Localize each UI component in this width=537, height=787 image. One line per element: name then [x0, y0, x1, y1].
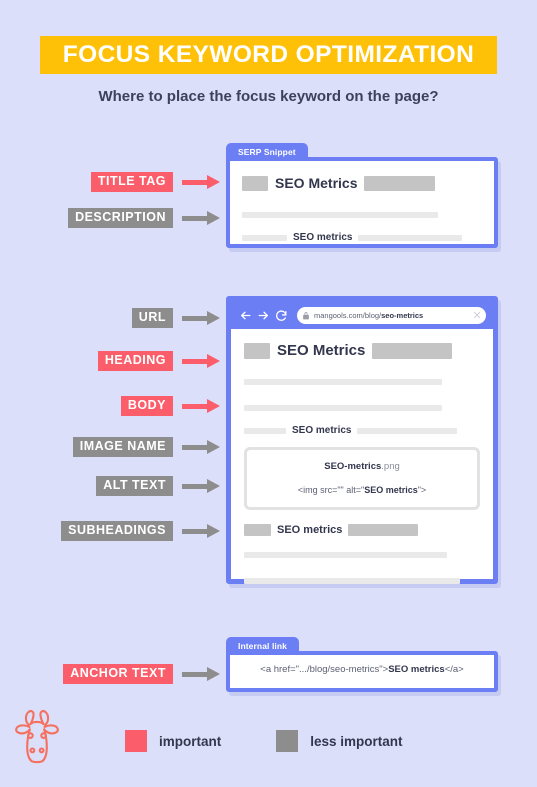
internal-link-card: Internal link <a href=".../blog/seo-metr… — [226, 637, 498, 692]
serp-title-keyword: SEO Metrics — [275, 175, 358, 191]
subheadings-label-wrap: SUBHEADINGS — [53, 521, 173, 541]
label-row-title-tag: TITLE TAG — [0, 172, 220, 192]
page-footer-line-1 — [244, 546, 480, 564]
label-row-image-name: IMAGE NAME — [0, 437, 220, 457]
arrow-anchor-text — [182, 667, 220, 681]
anchor-text-label-wrap: ANCHOR TEXT — [53, 664, 173, 684]
legend-label-less-important: less important — [310, 733, 403, 749]
alt-text-label-wrap: ALT TEXT — [53, 476, 173, 496]
body-label-wrap: BODY — [53, 396, 173, 416]
serp-desc-placeholder-right — [358, 234, 463, 241]
legend-item-less-important: less important — [276, 730, 403, 752]
page-footer-line-2 — [244, 572, 480, 590]
label-row-anchor-text: ANCHOR TEXT — [0, 664, 220, 684]
url-label: URL — [131, 308, 173, 328]
url-label-wrap: URL — [53, 308, 173, 328]
serp-snippet-body: SEO Metrics SEO metrics — [226, 157, 498, 248]
anchor-text-label: ANCHOR TEXT — [63, 664, 173, 684]
legend-swatch-less-important — [276, 730, 299, 752]
lock-icon — [302, 311, 310, 320]
label-row-description: DESCRIPTION — [0, 208, 220, 228]
page-body-placeholder-left — [244, 427, 286, 434]
heading-label-wrap: HEADING — [53, 351, 173, 371]
image-alt-box: SEO-metrics.png <img src="" alt="SEO met… — [244, 447, 480, 510]
browser-toolbar: mangools.com/blog/seo-metrics — [231, 301, 493, 329]
back-arrow-icon[interactable] — [238, 308, 253, 323]
page-body-line-2 — [244, 399, 480, 417]
serp-description-line-2: SEO metrics — [242, 232, 482, 243]
serp-title-row: SEO Metrics — [242, 175, 482, 191]
legend: important less important — [125, 730, 403, 752]
forward-arrow-icon[interactable] — [256, 308, 271, 323]
browser-page-content: SEO Metrics SEO metrics SEO-metrics.png … — [231, 329, 493, 590]
serp-title-placeholder-right — [364, 175, 436, 191]
page-heading-placeholder-right — [372, 342, 453, 359]
page-subtitle: Where to place the focus keyword on the … — [98, 88, 439, 105]
description-label: DESCRIPTION — [68, 208, 173, 228]
image-filename: SEO-metrics.png — [324, 461, 400, 472]
page-subheading-placeholder-right — [348, 524, 419, 536]
label-row-subheadings: SUBHEADINGS — [0, 521, 220, 541]
page-heading-keyword: SEO Metrics — [277, 342, 366, 359]
label-row-alt-text: ALT TEXT — [0, 476, 220, 496]
arrow-description — [182, 211, 220, 225]
label-row-url: URL — [0, 308, 220, 328]
internal-link-body: <a href=".../blog/seo-metrics">SEO metri… — [226, 651, 498, 692]
label-row-heading: HEADING — [0, 351, 220, 371]
close-icon[interactable] — [473, 311, 481, 319]
page-title: FOCUS KEYWORD OPTIMIZATION — [62, 41, 475, 68]
anchor-code: <a href=".../blog/seo-metrics">SEO metri… — [260, 664, 464, 675]
serp-description-line-1 — [242, 206, 482, 224]
arrow-image-name — [182, 440, 220, 454]
page-body-line-1 — [244, 373, 480, 391]
body-label: BODY — [120, 396, 173, 416]
page-body-keyword: SEO metrics — [292, 425, 352, 436]
subheadings-label: SUBHEADINGS — [61, 521, 173, 541]
reload-icon[interactable] — [274, 308, 289, 323]
page-subheading-keyword: SEO metrics — [277, 524, 343, 536]
serp-desc-placeholder-left — [242, 234, 287, 241]
page-subheading-placeholder-left — [244, 524, 271, 536]
browser-window: mangools.com/blog/seo-metrics SEO Metric… — [226, 296, 498, 584]
img-tag-code: <img src="" alt="SEO metrics"> — [297, 485, 427, 495]
legend-item-important: important — [125, 730, 221, 752]
header-band: FOCUS KEYWORD OPTIMIZATION — [40, 36, 497, 74]
legend-swatch-important — [125, 730, 147, 752]
url-text: mangools.com/blog/seo-metrics — [314, 310, 424, 320]
title-tag-label: TITLE TAG — [90, 172, 173, 192]
page-subheading-row: SEO metrics — [244, 524, 480, 536]
arrow-url — [182, 311, 220, 325]
serp-snippet-card: SERP Snippet SEO Metrics SEO metrics — [226, 143, 498, 248]
arrow-heading — [182, 354, 220, 368]
page-body-keyword-row: SEO metrics — [244, 425, 480, 436]
arrow-subheadings — [182, 524, 220, 538]
image-name-label-wrap: IMAGE NAME — [53, 437, 173, 457]
serp-title-placeholder-left — [242, 175, 268, 191]
image-name-label: IMAGE NAME — [72, 437, 173, 457]
page-body-placeholder-right — [357, 427, 458, 434]
url-bar[interactable]: mangools.com/blog/seo-metrics — [297, 306, 486, 324]
page-heading-row: SEO Metrics — [244, 342, 480, 359]
alt-text-label: ALT TEXT — [96, 476, 173, 496]
arrow-title-tag — [182, 175, 220, 189]
serp-description-keyword: SEO metrics — [293, 232, 353, 243]
arrow-body — [182, 399, 220, 413]
title-tag-label-wrap: TITLE TAG — [53, 172, 173, 192]
arrow-alt-text — [182, 479, 220, 493]
description-label-wrap: DESCRIPTION — [53, 208, 173, 228]
giraffe-mascot-icon — [14, 707, 60, 774]
legend-label-important: important — [159, 733, 222, 749]
label-row-body: BODY — [0, 396, 220, 416]
page-heading-placeholder-left — [244, 342, 270, 359]
heading-label: HEADING — [97, 351, 173, 371]
